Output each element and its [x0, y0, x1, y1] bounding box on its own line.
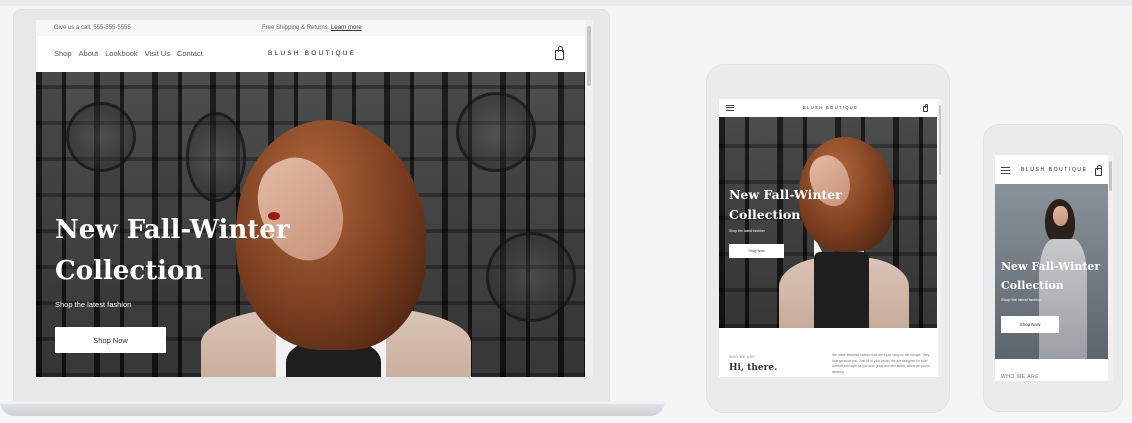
about-text: We make beautiful clothes that don't jus…	[832, 353, 931, 374]
desktop-screen: Give us a call: 555-555-5555 Free Shippi…	[36, 20, 593, 377]
model-sweater	[814, 252, 869, 328]
desktop-scrollbar[interactable]	[585, 20, 593, 377]
hero-subtitle: Shop the latest fashion	[55, 300, 132, 309]
nav-links: Shop About Lookbook Visit Us Contact	[54, 49, 203, 58]
nav-link-shop[interactable]: Shop	[54, 49, 72, 58]
brand-logo[interactable]: BLUSH BOUTIQUE	[268, 50, 356, 57]
about-kicker: WHO WE ARE	[729, 355, 756, 359]
main-nav: Shop About Lookbook Visit Us Contact BLU…	[36, 36, 585, 72]
page-top-strip	[0, 0, 1132, 6]
nav-link-about[interactable]: About	[79, 49, 99, 58]
scrollbar-thumb[interactable]	[939, 105, 941, 175]
hero-title: New Fall-Winter Collection	[1001, 260, 1101, 292]
shopping-bag-icon[interactable]	[1095, 165, 1102, 176]
model-face	[1053, 206, 1068, 226]
shop-now-button[interactable]: Shop Now	[1001, 316, 1059, 333]
tablet-screen: BLUSH BOUTIQUE New Fall-Winter Collectio…	[719, 99, 942, 377]
call-text: Give us a call: 555-555-5555	[54, 25, 131, 31]
nav-link-contact[interactable]: Contact	[177, 49, 203, 58]
phone-screen: BLUSH BOUTIQUE New Fall-Winter Collectio…	[995, 155, 1113, 381]
phone-nav: BLUSH BOUTIQUE	[995, 155, 1108, 184]
shopping-bag-icon[interactable]	[555, 46, 564, 60]
hero-subtitle: Shop the latest fashion	[1001, 297, 1042, 302]
hero-banner: New Fall-Winter Collection Shop the late…	[36, 72, 585, 377]
tablet-nav: BLUSH BOUTIQUE	[719, 99, 937, 117]
gate-ornament	[186, 112, 246, 202]
hero-title: New Fall-Winter Collection	[55, 215, 290, 286]
gate-ornament	[486, 232, 576, 322]
shipping-text: Free Shipping & Returns. Learn more	[262, 25, 362, 31]
responsive-preview: Give us a call: 555-555-5555 Free Shippi…	[0, 0, 1132, 423]
about-kicker: WHO WE ARE	[1001, 374, 1040, 380]
gate-ornament	[66, 102, 136, 172]
nav-link-lookbook[interactable]: Lookbook	[105, 49, 138, 58]
learn-more-link[interactable]: Learn more	[331, 25, 362, 31]
hamburger-icon[interactable]	[726, 105, 734, 111]
scrollbar-thumb[interactable]	[587, 26, 591, 86]
tablet-scrollbar[interactable]	[938, 99, 942, 377]
hero-subtitle: Shop the latest fashion	[729, 229, 765, 233]
announcement-bar: Give us a call: 555-555-5555 Free Shippi…	[36, 20, 585, 36]
hero-title: New Fall-Winter Collection	[729, 187, 842, 222]
gate-ornament	[456, 92, 536, 172]
scrollbar-thumb[interactable]	[1109, 161, 1112, 191]
brand-logo[interactable]: BLUSH BOUTIQUE	[803, 105, 858, 110]
shop-now-button[interactable]: Shop Now	[729, 244, 784, 258]
brand-logo[interactable]: BLUSH BOUTIQUE	[1021, 167, 1088, 173]
shopping-bag-icon[interactable]	[923, 104, 929, 112]
laptop-base	[0, 401, 665, 416]
phone-scrollbar[interactable]	[1108, 155, 1113, 381]
hero-banner: New Fall-Winter Collection Shop the late…	[995, 184, 1108, 359]
about-title: Hi, there.	[729, 363, 778, 373]
shop-now-button[interactable]: Shop Now	[55, 327, 166, 353]
hamburger-icon[interactable]	[1001, 167, 1010, 174]
nav-link-visit-us[interactable]: Visit Us	[145, 49, 170, 58]
hero-banner: New Fall-Winter Collection Shop the late…	[719, 117, 937, 328]
